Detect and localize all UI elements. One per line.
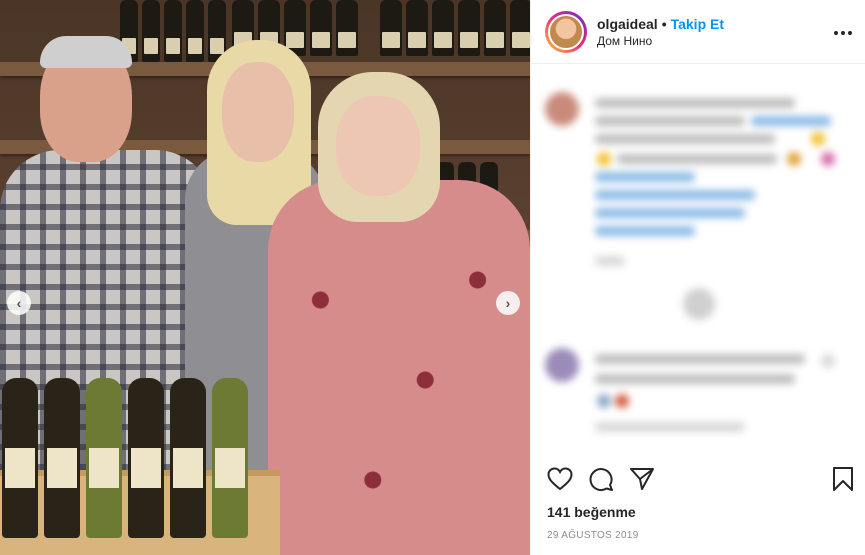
comment-text-line: [595, 354, 805, 364]
avatar[interactable]: [548, 13, 584, 50]
emoji-icon: [787, 152, 801, 166]
person-right-face: [336, 96, 420, 196]
bookmark-icon[interactable]: [831, 466, 855, 492]
person-middle-face: [222, 62, 294, 162]
comment-avatar: [545, 348, 579, 382]
comment-text-line: [595, 374, 795, 384]
emoji-icon: [597, 152, 611, 166]
comment-hashtag-line: [595, 190, 755, 200]
chevron-left-icon: ‹: [16, 295, 22, 311]
emoji-icon: [597, 394, 611, 408]
person-right-blouse: [268, 180, 530, 555]
follow-button[interactable]: Takip Et: [671, 16, 724, 32]
post-header: olgaideal • Takip Et Дом Нино: [531, 0, 865, 64]
comment-time: [595, 256, 625, 266]
comment-avatar: [545, 92, 579, 126]
comment-hashtag-line: [595, 226, 695, 236]
person-left-hair: [40, 36, 132, 68]
comment-text-line: [595, 116, 745, 126]
post-action-bar: [547, 466, 655, 492]
emoji-icon: [821, 152, 835, 166]
carousel-prev-button[interactable]: ‹: [7, 291, 31, 315]
post-date[interactable]: 29 AĞUSTOS 2019: [547, 530, 639, 541]
chevron-right-icon: ›: [505, 295, 511, 311]
shelf-bottles: [120, 0, 226, 62]
share-icon[interactable]: [629, 467, 655, 491]
comment-meta: [595, 422, 745, 432]
comment-text-line: [617, 154, 777, 164]
story-ring[interactable]: [545, 10, 587, 53]
location-link[interactable]: Дом Нино: [597, 34, 724, 48]
post-header-text: olgaideal • Takip Et Дом Нино: [597, 16, 724, 48]
separator-dot: •: [661, 15, 667, 32]
username-link[interactable]: olgaideal: [597, 16, 658, 32]
emoji-icon: [615, 394, 629, 408]
post-details-panel: olgaideal • Takip Et Дом Нино 141 beğenm…: [530, 0, 865, 555]
emoji-icon: [811, 132, 825, 146]
likes-count[interactable]: 141 beğenme: [547, 504, 636, 520]
front-wine-bottles: [2, 378, 248, 538]
carousel-next-button[interactable]: ›: [496, 291, 520, 315]
comment-like-icon[interactable]: [821, 354, 835, 368]
comment-text-line: [751, 116, 831, 126]
comment-icon[interactable]: [588, 466, 614, 492]
comment-hashtag-line: [595, 172, 695, 182]
comment-hashtag-line: [595, 208, 745, 218]
comments-section: [531, 78, 865, 453]
comment-text-line: [595, 134, 775, 144]
comment-text-line: [595, 98, 795, 108]
post-photo[interactable]: ‹ ›: [0, 0, 530, 555]
more-options-icon[interactable]: [833, 20, 853, 41]
shelf-bottles: [380, 0, 530, 56]
heart-icon[interactable]: [547, 467, 573, 491]
load-more-comments-button[interactable]: [683, 288, 715, 320]
